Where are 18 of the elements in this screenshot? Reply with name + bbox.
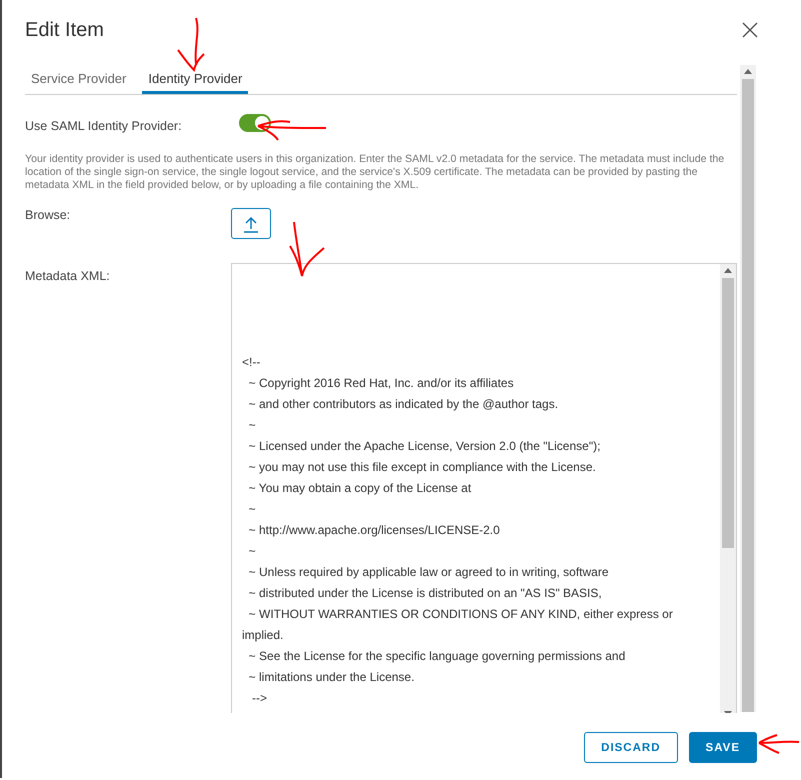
dialog-title: Edit Item xyxy=(25,18,104,42)
upload-icon xyxy=(243,214,259,232)
toggle-label: Use SAML Identity Provider: xyxy=(25,118,183,132)
close-icon[interactable] xyxy=(742,22,758,38)
metadata-xml-field[interactable]: <!-- ~ Copyright 2016 Red Hat, Inc. and/or its affiliates ~ and other contributors as indicated by the @author tags. ~ ~ Licensed under the Apache License, Version 2.0 (the "License"); ~ you may not use this file except in compliance with the License. ~ You may obtain a copy of the License at ~ ~ http://www.apache.org/licenses/LICENSE-2.0 ~ ~ Unless required by applicable law or agreed to in writing, software ~ distributed under the License is distributed on an "AS IS" BASIS, ~ WITHOUT WARRANTIES OR CONDITIONS OF ANY KIND, either express or implied. ~ See the License for the specific language governing permissions and ~ limitations under the License. --> xyxy=(231,263,737,713)
discard-button[interactable]: DISCARD xyxy=(584,732,678,763)
annotation-arrow xyxy=(757,733,801,755)
tab[interactable]: Identity Provider xyxy=(142,65,248,94)
scrollbar[interactable] xyxy=(740,65,756,712)
metadata-label: Metadata XML: xyxy=(25,268,111,285)
scroll-up-icon[interactable] xyxy=(724,268,732,274)
scrollbar[interactable] xyxy=(720,264,736,713)
description-text: Your identity provider is used to authenticate users in this organization. Enter the SAML v2.0 metadata for the service. The metadata must include the location of the single sign-on service, the single logout service, and the service's X.509 certificate. The metadata can be provided by pasting the metadata XML in the field provided below, or by uploading a file containing the XML. xyxy=(25,153,726,192)
save-button[interactable]: SAVE xyxy=(688,732,757,763)
upload-button[interactable] xyxy=(231,208,271,239)
tab[interactable]: Service Provider xyxy=(25,65,132,94)
browse-label: Browse: xyxy=(25,208,72,224)
scroll-up-icon[interactable] xyxy=(744,69,752,75)
